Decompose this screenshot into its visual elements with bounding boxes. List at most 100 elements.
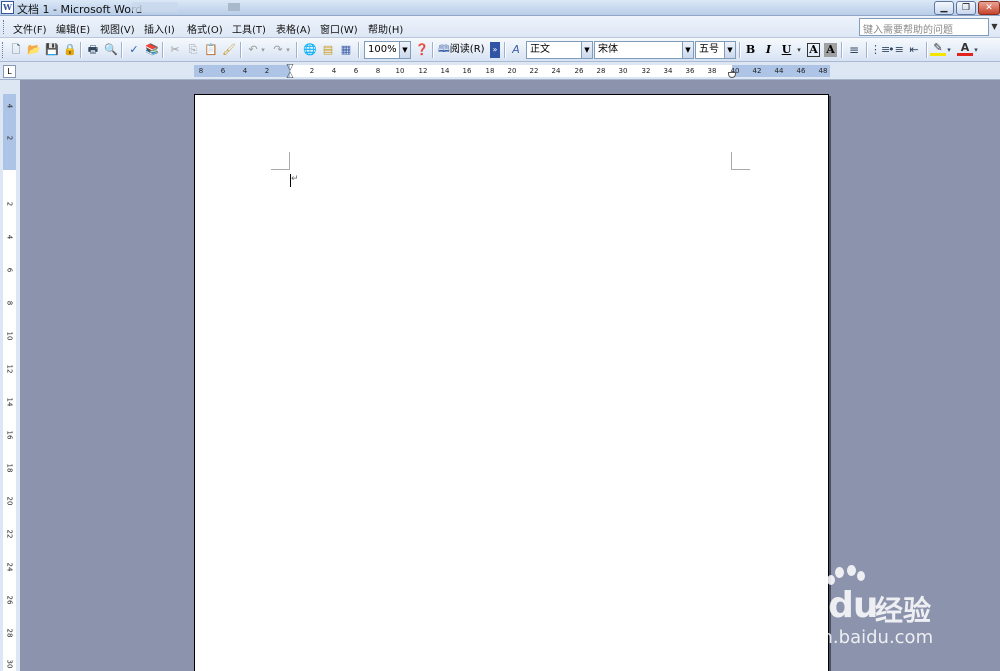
bullets-icon[interactable]: •≡ bbox=[888, 42, 904, 58]
close-button[interactable]: ✕ bbox=[978, 1, 1000, 15]
toolbar-separator bbox=[80, 42, 81, 58]
zoom-dropdown-arrow-icon[interactable]: ▼ bbox=[400, 41, 411, 59]
spelling-icon[interactable]: ✓ bbox=[126, 42, 142, 58]
read-mode-label: 阅读(R) bbox=[449, 44, 485, 55]
toolbar-options-icon[interactable]: » bbox=[490, 42, 500, 58]
tables-borders-icon[interactable]: ▤ bbox=[320, 42, 336, 58]
ruler-tick: 30 bbox=[5, 659, 14, 669]
toolbar-separator bbox=[432, 42, 433, 58]
underline-dropdown-icon[interactable]: ▾ bbox=[795, 42, 803, 58]
help-icon[interactable]: ❓ bbox=[414, 42, 430, 58]
ruler-tick: 2 bbox=[5, 135, 14, 141]
paragraph-mark: ↵ bbox=[291, 174, 299, 184]
horizontal-ruler-bar: L 8 6 4 2 2 4 6 8 10 12 14 16 18 20 22 2… bbox=[0, 62, 1000, 80]
ruler-tick: 10 bbox=[395, 67, 405, 75]
underline-button[interactable]: U bbox=[779, 42, 794, 58]
word-app-icon[interactable]: W bbox=[1, 1, 14, 14]
ruler-tick: 6 bbox=[220, 67, 226, 75]
first-line-indent-marker-icon[interactable]: ▽ △ bbox=[286, 64, 294, 80]
undo-dropdown-icon[interactable]: ▾ bbox=[259, 42, 267, 58]
toolbar-separator bbox=[504, 42, 505, 58]
ruler-tick: 42 bbox=[752, 67, 762, 75]
ruler-tick: 18 bbox=[5, 463, 14, 473]
cut-icon[interactable]: ✂ bbox=[167, 42, 183, 58]
ruler-tick: 24 bbox=[5, 562, 14, 572]
research-icon[interactable]: 📚 bbox=[144, 42, 160, 58]
ruler-tick: 14 bbox=[5, 397, 14, 407]
italic-button[interactable]: I bbox=[761, 42, 776, 58]
insert-table-icon[interactable]: ▦ bbox=[338, 42, 354, 58]
toolbar-grip[interactable] bbox=[2, 42, 6, 58]
menu-view[interactable]: 视图(V) bbox=[100, 21, 135, 36]
menu-help[interactable]: 帮助(H) bbox=[368, 21, 403, 36]
ruler-tick: 16 bbox=[462, 67, 472, 75]
ruler-tick: 14 bbox=[440, 67, 450, 75]
font-color-dropdown-icon[interactable]: ▾ bbox=[972, 42, 980, 58]
ruler-tick: 4 bbox=[331, 67, 337, 75]
numbering-icon[interactable]: ⋮≡ bbox=[870, 42, 890, 58]
toolbar-separator bbox=[162, 42, 163, 58]
minimize-button[interactable]: ▁ bbox=[934, 1, 954, 15]
menu-tools[interactable]: 工具(T) bbox=[232, 21, 266, 36]
menu-grip[interactable] bbox=[3, 20, 5, 34]
restore-button[interactable]: ❐ bbox=[956, 1, 976, 15]
ruler-tick: 16 bbox=[5, 430, 14, 440]
font-color-icon[interactable]: A bbox=[957, 42, 973, 56]
ruler-tick: 18 bbox=[485, 67, 495, 75]
menu-file[interactable]: 文件(F) bbox=[13, 21, 47, 36]
ruler-tick: 20 bbox=[5, 496, 14, 506]
permission-icon[interactable]: 🔒 bbox=[62, 42, 78, 58]
print-icon[interactable]: 🖶 bbox=[85, 42, 101, 58]
tab-selector-button[interactable]: L bbox=[3, 65, 16, 78]
align-justify-icon[interactable]: ≡ bbox=[846, 42, 862, 58]
font-size-dropdown-arrow-icon[interactable]: ▼ bbox=[725, 41, 736, 59]
ruler-tick: 20 bbox=[507, 67, 517, 75]
crop-mark-top-left bbox=[289, 152, 290, 170]
char-border-button[interactable]: A bbox=[807, 43, 820, 57]
ruler-tick: 38 bbox=[707, 67, 717, 75]
ruler-tick: 6 bbox=[5, 267, 14, 273]
menu-insert[interactable]: 插入(I) bbox=[144, 21, 175, 36]
ruler-tick: 6 bbox=[353, 67, 359, 75]
toolbar-separator bbox=[358, 42, 359, 58]
ruler-tick: 34 bbox=[663, 67, 673, 75]
style-select[interactable]: 正文 bbox=[526, 41, 582, 59]
zoom-select[interactable]: 100% bbox=[364, 41, 400, 59]
read-mode-button[interactable]: 🕮阅读(R) bbox=[436, 41, 487, 59]
style-dropdown-arrow-icon[interactable]: ▼ bbox=[582, 41, 593, 59]
hyperlink-icon[interactable]: 🌐 bbox=[302, 42, 318, 58]
copy-icon[interactable]: ⎘ bbox=[185, 42, 201, 58]
paste-icon[interactable]: 📋 bbox=[203, 42, 219, 58]
ruler-tick: 12 bbox=[5, 364, 14, 374]
menu-format[interactable]: 格式(O) bbox=[187, 21, 223, 36]
font-size-select[interactable]: 五号 bbox=[695, 41, 725, 59]
ruler-tick: 28 bbox=[596, 67, 606, 75]
help-dropdown-arrow-icon[interactable]: ▼ bbox=[989, 18, 1000, 36]
redo-dropdown-icon[interactable]: ▾ bbox=[284, 42, 292, 58]
decrease-indent-icon[interactable]: ⇤ bbox=[906, 42, 922, 58]
highlight-dropdown-icon[interactable]: ▾ bbox=[945, 42, 953, 58]
ruler-tick: 2 bbox=[309, 67, 315, 75]
menu-window[interactable]: 窗口(W) bbox=[320, 21, 358, 36]
help-search-input[interactable]: 键入需要帮助的问题 bbox=[859, 18, 989, 36]
background-tab-blur bbox=[132, 2, 178, 12]
save-icon[interactable]: 💾 bbox=[44, 42, 60, 58]
char-shading-button[interactable]: A bbox=[824, 43, 837, 57]
menu-edit[interactable]: 编辑(E) bbox=[56, 21, 90, 36]
vertical-ruler[interactable]: 4 2 2 4 6 8 10 12 14 16 18 20 22 24 26 2… bbox=[3, 94, 16, 671]
print-preview-icon[interactable]: 🔍 bbox=[103, 42, 119, 58]
highlight-icon[interactable]: ✎ bbox=[930, 42, 946, 56]
ruler-tick: 26 bbox=[574, 67, 584, 75]
ruler-tick: 30 bbox=[618, 67, 628, 75]
format-painter-icon[interactable]: 🖌 bbox=[221, 42, 237, 58]
font-select[interactable]: 宋体 bbox=[594, 41, 683, 59]
crop-mark-top-right bbox=[731, 152, 732, 170]
ruler-tick: 8 bbox=[375, 67, 381, 75]
styles-formatting-icon[interactable]: A bbox=[508, 42, 524, 58]
font-dropdown-arrow-icon[interactable]: ▼ bbox=[683, 41, 694, 59]
open-folder-icon[interactable]: 📂 bbox=[26, 42, 42, 58]
ruler-tick: 2 bbox=[5, 201, 14, 207]
new-document-icon[interactable]: 🗋 bbox=[8, 42, 24, 58]
menu-table[interactable]: 表格(A) bbox=[276, 21, 311, 36]
bold-button[interactable]: B bbox=[743, 42, 758, 58]
